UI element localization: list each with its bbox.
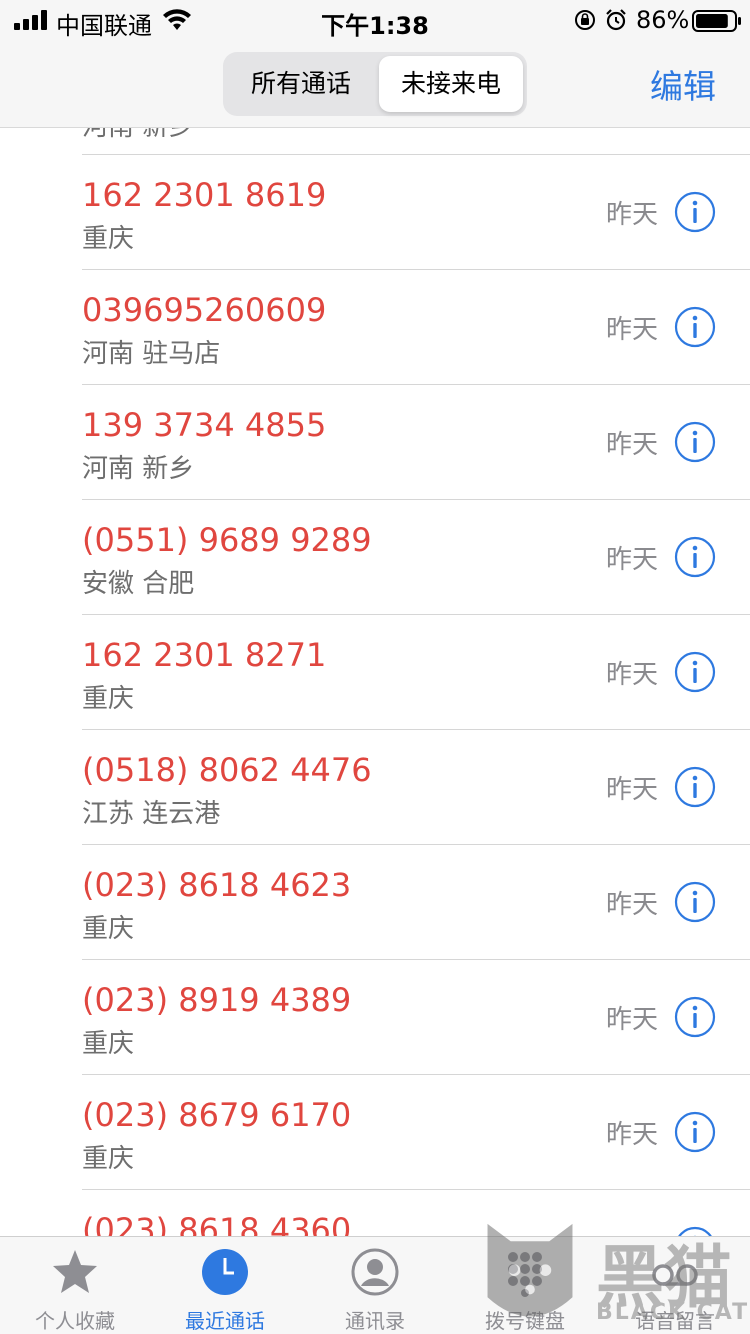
call-row[interactable]: 039695260609 河南 驻马店 昨天 (0, 269, 750, 384)
info-icon[interactable] (674, 766, 716, 808)
status-bar: 中国联通 下午1:38 86% (0, 0, 750, 40)
row-divider (82, 269, 750, 270)
row-divider (82, 384, 750, 385)
phone-number: (023) 8919 4389 (82, 981, 352, 1019)
info-icon[interactable] (674, 881, 716, 923)
row-divider (82, 499, 750, 500)
caller-location: 重庆 (82, 224, 135, 254)
battery-percent: 86% (636, 6, 690, 34)
contact-icon (351, 1248, 399, 1296)
caller-location: 江苏 连云港 (82, 799, 221, 829)
battery-icon (692, 10, 741, 32)
missed-calls-list[interactable]: 河南 新乡 162 2301 8619重庆昨天039695260609河南 驻马… (0, 128, 750, 1236)
info-icon[interactable] (674, 421, 716, 463)
call-time: 昨天 (605, 660, 658, 690)
phone-number: 162 2301 8619 (82, 176, 327, 214)
info-icon[interactable] (674, 1111, 716, 1153)
call-row[interactable]: (023) 8919 4389 重庆 昨天 (0, 959, 750, 1074)
info-icon[interactable] (674, 306, 716, 348)
call-time: 昨天 (605, 315, 658, 345)
info-icon[interactable] (674, 536, 716, 578)
caller-location: 重庆 (82, 914, 135, 944)
call-row[interactable]: (0518) 8062 4476 江苏 连云港 昨天 (0, 729, 750, 844)
row-divider (82, 614, 750, 615)
clock-icon (202, 1249, 248, 1295)
call-time: 昨天 (605, 200, 658, 230)
call-row[interactable]: (023) 8679 6170 重庆 昨天 (0, 1074, 750, 1189)
cat-face-icon (487, 1223, 573, 1317)
phone-number: 039695260609 (82, 291, 327, 329)
call-time: 昨天 (605, 430, 658, 460)
tab-favorites[interactable]: 个人收藏 (0, 1237, 150, 1334)
segment-missed-calls[interactable]: 未接来电 (379, 56, 523, 112)
watermark-logo-subtext: BLACK CAT (596, 1300, 750, 1325)
phone-number: 139 3734 4855 (82, 406, 327, 444)
call-row[interactable]: 162 2301 8271 重庆 昨天 (0, 614, 750, 729)
phone-number: (0551) 9689 9289 (82, 521, 372, 559)
tab-label: 个人收藏 (35, 1309, 115, 1333)
phone-number: 162 2301 8271 (82, 636, 327, 674)
tab-label: 通讯录 (345, 1309, 405, 1333)
row-divider (82, 959, 750, 960)
phone-number: (023) 8618 4623 (82, 866, 352, 904)
tab-label: 最近通话 (185, 1309, 265, 1333)
row-divider (82, 1074, 750, 1075)
call-row[interactable]: (023) 8618 4623 重庆 昨天 (0, 844, 750, 959)
row-divider (82, 154, 750, 155)
tab-recents[interactable]: 最近通话 (150, 1237, 300, 1334)
call-row[interactable]: 162 2301 8619 重庆 昨天 (0, 154, 750, 269)
row-divider (82, 729, 750, 730)
navigation-bar: 所有通话 未接来电 编辑 (0, 40, 750, 128)
caller-location: 重庆 (82, 1029, 135, 1059)
caller-location: 重庆 (82, 684, 135, 714)
edit-button[interactable]: 编辑 (650, 60, 716, 108)
row-divider (82, 1189, 750, 1190)
watermark-logo: 黑猫 BLACK CAT (478, 1218, 750, 1334)
phone-number: (023) 8618 4360 (82, 1211, 352, 1236)
calls-filter-segmented-control[interactable]: 所有通话 未接来电 (223, 52, 527, 116)
phone-number: (023) 8679 6170 (82, 1096, 352, 1134)
call-time: 昨天 (605, 545, 658, 575)
caller-location: 重庆 (82, 1144, 135, 1174)
caller-location: 河南 新乡 (82, 454, 195, 484)
call-time: 昨天 (605, 775, 658, 805)
row-divider (82, 844, 750, 845)
info-icon[interactable] (674, 996, 716, 1038)
call-row[interactable]: (0551) 9689 9289 安徽 合肥 昨天 (0, 499, 750, 614)
caller-location: 河南 驻马店 (82, 339, 221, 369)
alarm-icon (606, 9, 626, 31)
phone-number: (0518) 8062 4476 (82, 751, 372, 789)
info-icon[interactable] (674, 191, 716, 233)
orientation-lock-icon (575, 10, 595, 30)
call-time: 昨天 (605, 890, 658, 920)
call-row[interactable]: 139 3734 4855 河南 新乡 昨天 (0, 384, 750, 499)
info-icon[interactable] (674, 651, 716, 693)
tab-contacts[interactable]: 通讯录 (300, 1237, 450, 1334)
call-time: 昨天 (605, 1120, 658, 1150)
caller-location: 安徽 合肥 (82, 569, 195, 599)
segment-all-calls[interactable]: 所有通话 (227, 56, 375, 112)
partial-location: 河南 新乡 (82, 128, 194, 143)
star-icon (53, 1250, 97, 1293)
call-time: 昨天 (605, 1005, 658, 1035)
